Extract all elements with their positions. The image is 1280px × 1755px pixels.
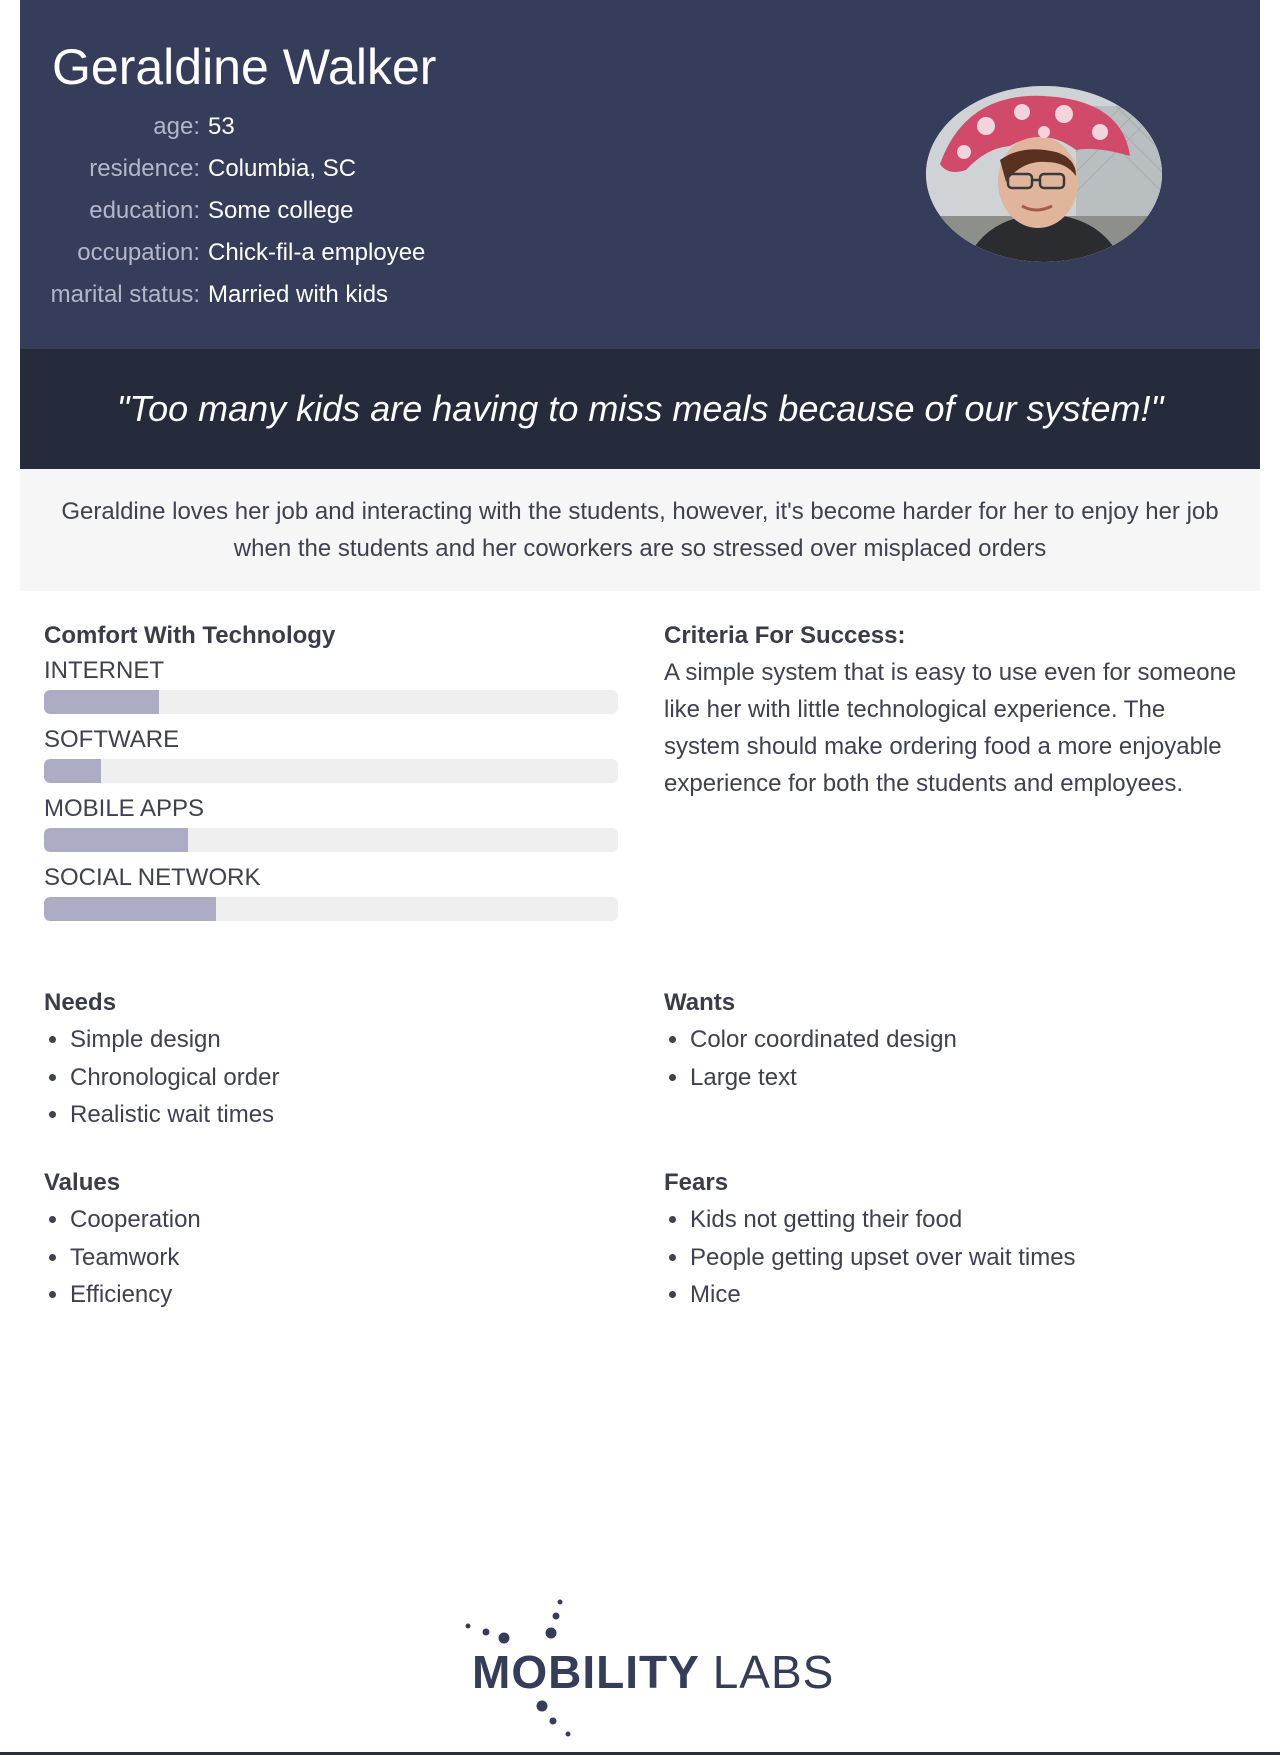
- skill-label: SOCIAL NETWORK: [44, 864, 261, 891]
- list-item: Cooperation: [70, 1201, 604, 1239]
- skill-software: SOFTWARE: [44, 725, 618, 783]
- persona-page: Geraldine Walker age: 53 residence: Colu…: [20, 0, 1260, 1308]
- fact-age: age: 53: [20, 106, 425, 148]
- list-item: Simple design: [70, 1021, 604, 1059]
- skill-list: INTERNET SOFTWARE MOBILE APPS SOCIAL NET…: [44, 656, 618, 921]
- list-item: Mice: [690, 1276, 1224, 1314]
- wants-title: Wants: [664, 989, 736, 1016]
- fact-education: education: Some college: [20, 190, 425, 232]
- fears-title: Fears: [664, 1169, 729, 1196]
- criteria-title: Criteria For Success:: [664, 622, 906, 649]
- skill-mobile-apps: MOBILE APPS: [44, 794, 618, 852]
- skill-fill: [44, 897, 217, 921]
- values-title: Values: [44, 1169, 121, 1196]
- skill-social-network: SOCIAL NETWORK: [44, 863, 618, 921]
- fact-value: Chick-fil-a employee: [208, 239, 426, 266]
- fact-label: marital status:: [50, 281, 200, 308]
- list-item: Realistic wait times: [70, 1096, 604, 1134]
- fact-residence: residence: Columbia, SC: [20, 148, 425, 190]
- fact-value: Columbia, SC: [208, 155, 357, 182]
- list-item: Chronological order: [70, 1059, 604, 1097]
- needs-title: Needs: [44, 989, 117, 1016]
- fact-label: age:: [153, 113, 200, 140]
- fears-section: Fears Kids not getting their food People…: [664, 1167, 1224, 1314]
- fact-label: occupation:: [77, 239, 200, 266]
- skill-fill: [44, 759, 102, 783]
- skill-track: [44, 897, 618, 921]
- skill-label: MOBILE APPS: [44, 795, 205, 822]
- skill-internet: INTERNET: [44, 656, 618, 714]
- persona-facts: age: 53 residence: Columbia, SC educatio…: [20, 106, 426, 316]
- persona-photo: [926, 86, 1162, 262]
- logo-text-bold: MOBILITY: [472, 1646, 699, 1698]
- persona-photo-icon: [926, 86, 1162, 262]
- fact-value: Married with kids: [208, 281, 389, 308]
- mobility-labs-logo: MOBILITY LABS: [460, 1590, 833, 1740]
- values-section: Values Cooperation Teamwork Efficiency: [44, 1167, 604, 1314]
- fact-marital-status: marital status: Married with kids: [20, 274, 425, 316]
- logo-text: MOBILITY LABS: [472, 1645, 834, 1699]
- list-item: Large text: [690, 1059, 1224, 1097]
- comfort-title: Comfort With Technology: [44, 622, 336, 649]
- criteria-for-success: Criteria For Success: A simple system th…: [664, 620, 1244, 802]
- skill-track: [44, 828, 618, 852]
- logo-text-light: LABS: [712, 1646, 835, 1698]
- persona-header: Geraldine Walker age: 53 residence: Colu…: [20, 0, 1260, 349]
- needs-list: Simple design Chronological order Realis…: [44, 1021, 604, 1134]
- list-item: Kids not getting their food: [690, 1201, 1224, 1239]
- list-item: People getting upset over wait times: [690, 1239, 1224, 1277]
- fact-value: 53: [208, 113, 235, 140]
- persona-quote: "Too many kids are having to miss meals …: [20, 349, 1260, 469]
- needs-section: Needs Simple design Chronological order …: [44, 987, 604, 1134]
- skill-fill: [44, 690, 159, 714]
- fact-occupation: occupation: Chick-fil-a employee: [20, 232, 425, 274]
- persona-bio: Geraldine loves her job and interacting …: [20, 469, 1260, 591]
- fact-label: residence:: [89, 155, 200, 182]
- fact-value: Some college: [208, 197, 354, 224]
- criteria-text: A simple system that is easy to use even…: [664, 659, 1237, 797]
- list-item: Teamwork: [70, 1239, 604, 1277]
- skill-track: [44, 759, 618, 783]
- wants-section: Wants Color coordinated design Large tex…: [664, 987, 1224, 1096]
- skill-label: SOFTWARE: [44, 726, 180, 753]
- skill-track: [44, 690, 618, 714]
- list-item: Color coordinated design: [690, 1021, 1224, 1059]
- skill-fill: [44, 828, 188, 852]
- skill-label: INTERNET: [44, 657, 164, 684]
- wants-list: Color coordinated design Large text: [664, 1021, 1224, 1096]
- comfort-with-technology: Comfort With Technology INTERNET SOFTWAR…: [44, 620, 618, 932]
- persona-name: Geraldine Walker: [52, 39, 437, 95]
- fears-list: Kids not getting their food People getti…: [664, 1201, 1224, 1314]
- fact-label: education:: [89, 197, 200, 224]
- values-list: Cooperation Teamwork Efficiency: [44, 1201, 604, 1314]
- list-item: Efficiency: [70, 1276, 604, 1314]
